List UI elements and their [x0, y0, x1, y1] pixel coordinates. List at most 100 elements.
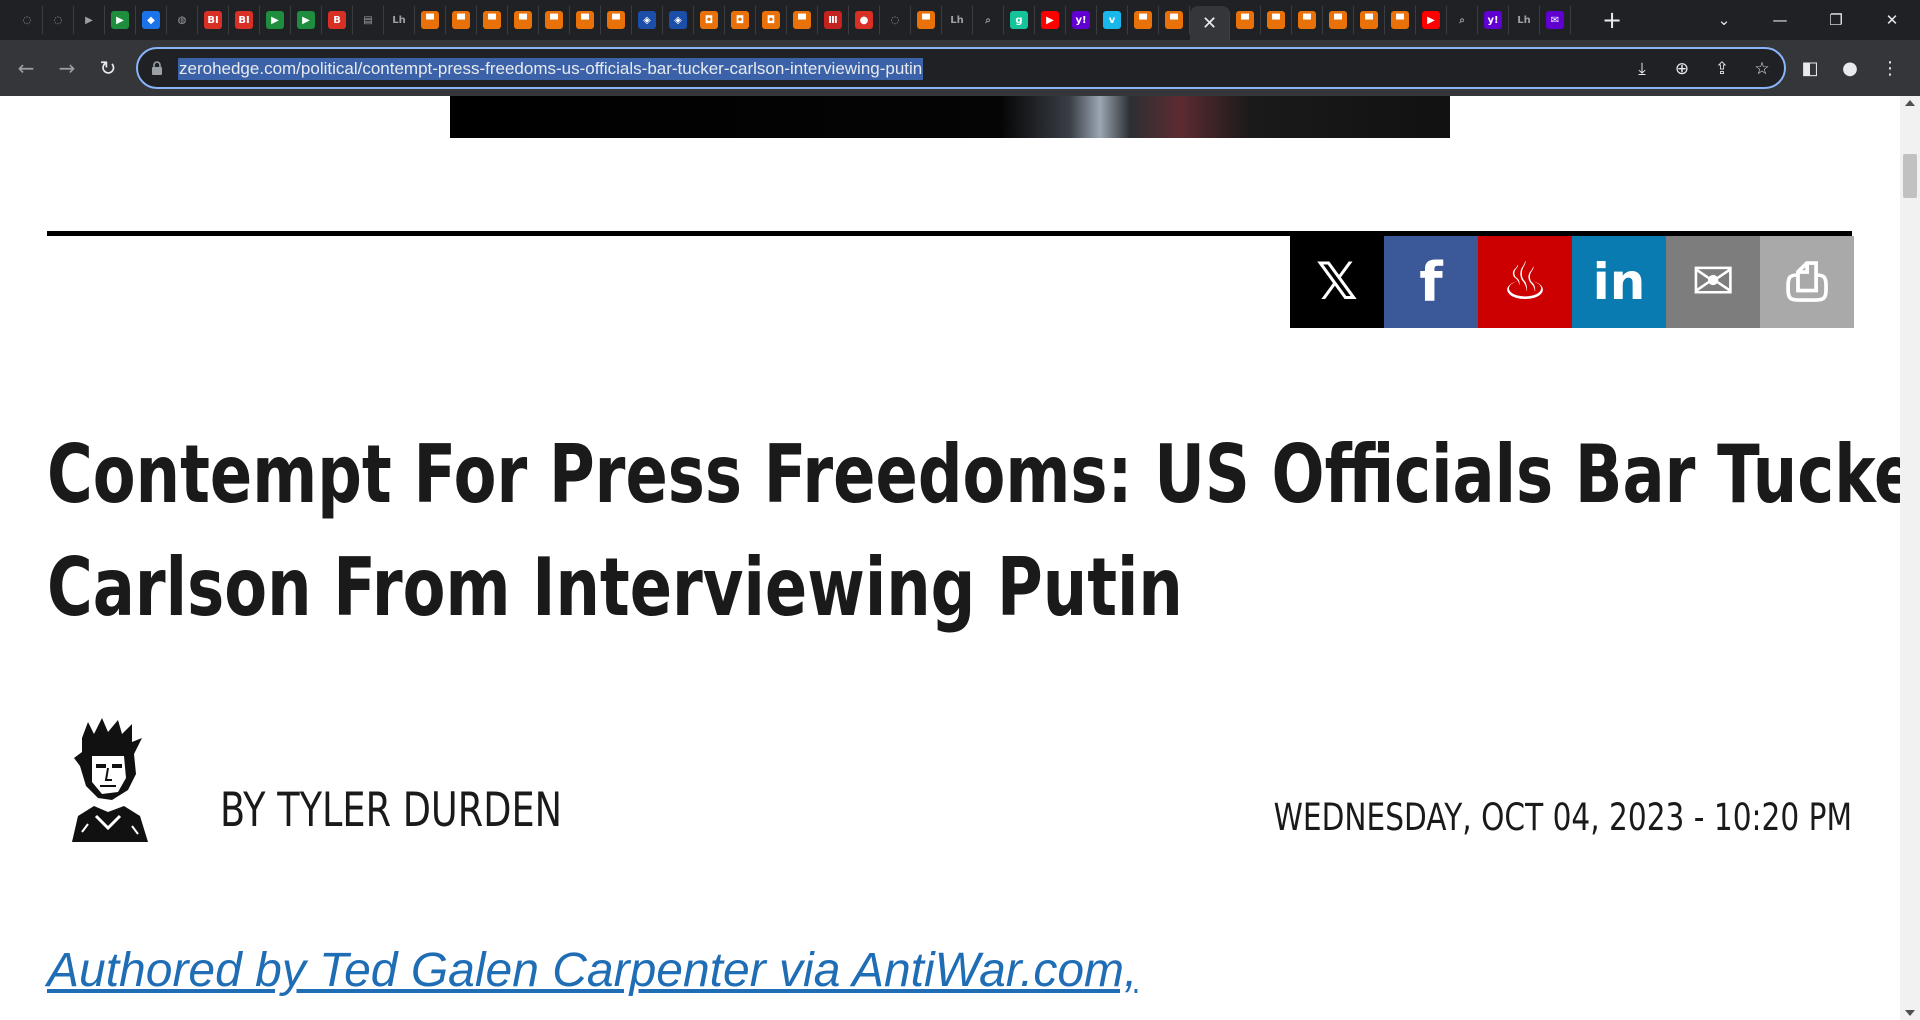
scroll-thumb[interactable] — [1903, 154, 1917, 198]
menu-icon[interactable]: ⋮ — [1876, 54, 1904, 82]
browser-tab[interactable]: y! — [1478, 6, 1509, 34]
browser-tab[interactable]: ▀ — [446, 6, 477, 34]
url-text[interactable]: zerohedge.com/political/contempt-press-f… — [178, 58, 924, 80]
browser-tab[interactable]: BI — [198, 6, 229, 34]
restore-button[interactable]: ❐ — [1808, 0, 1864, 40]
browser-tab[interactable]: ▀ — [1385, 6, 1416, 34]
browser-tab[interactable]: ◘ — [725, 6, 756, 34]
zoom-icon[interactable]: ⊕ — [1670, 57, 1694, 81]
browser-tab[interactable]: ⌕ — [1447, 6, 1478, 34]
browser-tab[interactable]: Lh — [384, 6, 415, 34]
share-print-button[interactable]: ⎙ — [1760, 236, 1854, 328]
reload-button[interactable]: ↻ — [92, 52, 124, 84]
browser-tab[interactable]: B — [322, 6, 353, 34]
bookmark-orange-icon: ▀ — [917, 11, 935, 29]
browser-tab[interactable]: ▀ — [508, 6, 539, 34]
bookmark-star-icon[interactable]: ☆ — [1750, 57, 1774, 81]
browser-tab[interactable]: ◌ — [12, 6, 43, 34]
browser-tab[interactable]: ▤ — [353, 6, 384, 34]
browser-tab[interactable]: ▀ — [787, 6, 818, 34]
browser-tab[interactable]: v — [1097, 6, 1128, 34]
browser-tab[interactable]: ◈ — [632, 6, 663, 34]
new-tab-button[interactable]: + — [1598, 6, 1626, 34]
browser-tab[interactable]: ✉ — [1540, 6, 1571, 34]
browser-tab[interactable]: ▀ — [1128, 6, 1159, 34]
linkedin-icon: in — [1592, 253, 1646, 311]
bi-icon: BI — [204, 11, 222, 29]
address-bar[interactable]: zerohedge.com/political/contempt-press-f… — [136, 47, 1786, 89]
youtube-icon: ▶ — [1041, 11, 1059, 29]
share-x-button[interactable]: 𝕏 — [1290, 236, 1384, 328]
scroll-up-arrow-icon[interactable] — [1905, 100, 1915, 106]
profile-icon[interactable]: ● — [1836, 54, 1864, 82]
tab-search-icon[interactable]: ⌄ — [1696, 0, 1752, 40]
browser-tab[interactable]: ▶ — [74, 6, 105, 34]
browser-tab[interactable]: ◍ — [167, 6, 198, 34]
shield-orange-icon: ◘ — [700, 11, 718, 29]
bars-icon: Ⅲ — [824, 11, 842, 29]
author-avatar[interactable] — [52, 716, 164, 842]
browser-tab[interactable]: Ⅲ — [818, 6, 849, 34]
share-gab-button[interactable]: ♨ — [1478, 236, 1572, 328]
minimize-button[interactable]: — — [1752, 0, 1808, 40]
browser-tab[interactable]: g — [1004, 6, 1035, 34]
window-controls: ⌄ — ❐ ✕ — [1696, 0, 1920, 40]
side-panel-icon[interactable]: ◧ — [1796, 54, 1824, 82]
share-linkedin-button[interactable]: in — [1572, 236, 1666, 328]
browser-tab[interactable]: ◆ — [136, 6, 167, 34]
scrollbar[interactable] — [1900, 96, 1920, 1020]
bookmark-orange-icon: ▀ — [576, 11, 594, 29]
browser-tab[interactable]: ▀ — [1230, 6, 1261, 34]
share-email-button[interactable]: ✉ — [1666, 236, 1760, 328]
browser-tab[interactable]: Lh — [942, 6, 973, 34]
browser-tab[interactable]: ▀ — [1354, 6, 1385, 34]
browser-tab[interactable]: ▀ — [911, 6, 942, 34]
browser-tab[interactable]: ▶ — [291, 6, 322, 34]
browser-tab[interactable]: Lh — [1509, 6, 1540, 34]
browser-tab[interactable]: ▶ — [1035, 6, 1066, 34]
browser-tab[interactable]: ⌕ — [973, 6, 1004, 34]
mic-red-icon: ● — [855, 11, 873, 29]
browser-tab[interactable]: ▀ — [539, 6, 570, 34]
bookmark-orange-icon: ▀ — [1298, 11, 1316, 29]
share-facebook-button[interactable]: f — [1384, 236, 1478, 328]
browser-tab[interactable]: ▶ — [260, 6, 291, 34]
bookmark-orange-icon: ▀ — [1329, 11, 1347, 29]
close-window-button[interactable]: ✕ — [1864, 0, 1920, 40]
browser-tab[interactable]: ▀ — [1323, 6, 1354, 34]
browser-tab[interactable]: ◘ — [756, 6, 787, 34]
browser-tab[interactable]: ● — [849, 6, 880, 34]
install-app-icon[interactable]: ⤓ — [1630, 57, 1654, 81]
page-viewport[interactable]: 𝕏f ♨ in ✉ ⎙ Contempt For Press Freedoms: US … — [0, 96, 1920, 1020]
scroll-down-arrow-icon[interactable] — [1905, 1010, 1915, 1016]
author-byline[interactable]: BY TYLER DURDEN — [220, 783, 562, 838]
browser-tab[interactable]: y! — [1066, 6, 1097, 34]
browser-tab[interactable]: ◘ — [694, 6, 725, 34]
youtube-icon: ▶ — [1422, 11, 1440, 29]
browser-tab[interactable]: ▀ — [1261, 6, 1292, 34]
browser-tab[interactable]: ▀ — [415, 6, 446, 34]
back-button[interactable]: ← — [10, 52, 42, 84]
browser-tab[interactable]: ▀ — [570, 6, 601, 34]
browser-tab[interactable]: ◌ — [880, 6, 911, 34]
browser-tab[interactable]: BI — [229, 6, 260, 34]
forward-button[interactable]: → — [51, 52, 83, 84]
source-author-link[interactable]: Authored by Ted Galen Carpenter via Anti… — [47, 943, 1137, 998]
browser-tab[interactable]: ▶ — [1416, 6, 1447, 34]
share-page-icon[interactable]: ⇪ — [1710, 57, 1734, 81]
browser-tab[interactable]: ▀ — [1292, 6, 1323, 34]
cube-icon: ◈ — [638, 11, 656, 29]
browser-tab[interactable]: ▀ — [1159, 6, 1190, 34]
browser-tab[interactable]: ▀ — [601, 6, 632, 34]
browser-tab[interactable]: ▶ — [105, 6, 136, 34]
shield-icon: ◌ — [890, 14, 900, 26]
close-tab-icon[interactable]: ✕ — [1202, 13, 1217, 34]
bookmark-orange-icon: ▀ — [793, 11, 811, 29]
browser-tab[interactable]: ▀ — [477, 6, 508, 34]
article-headline: Contempt For Press Freedoms: US Official… — [47, 418, 1920, 644]
browser-tab[interactable]: ◈ — [663, 6, 694, 34]
toolbar-right: ◧ ● ⋮ — [1796, 54, 1904, 82]
active-tab[interactable]: ✕ — [1190, 6, 1230, 40]
browser-tab[interactable]: ◌ — [43, 6, 74, 34]
banner-image[interactable] — [450, 96, 1450, 138]
